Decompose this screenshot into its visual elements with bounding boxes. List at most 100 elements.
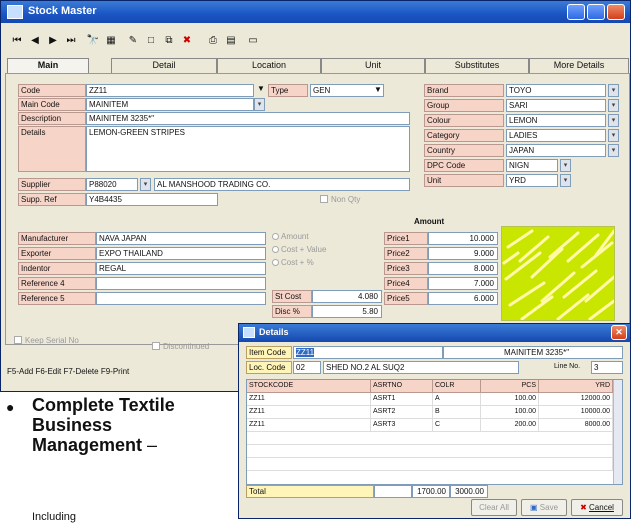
supplier-chevron-icon[interactable]: ▾ bbox=[140, 178, 151, 191]
supp-ref-field[interactable]: Y4B4435 bbox=[86, 193, 218, 206]
type-dropdown-icon[interactable]: ▼ bbox=[257, 84, 265, 93]
colour-select[interactable]: LEMON bbox=[506, 114, 606, 127]
first-record-icon[interactable]: ⏮ bbox=[9, 33, 25, 49]
binoculars-icon[interactable]: 🔭 bbox=[85, 33, 101, 49]
indentor-label: Indentor bbox=[18, 262, 96, 275]
table-row-cell[interactable]: 100.00 bbox=[481, 406, 539, 419]
group-select[interactable]: SARI bbox=[506, 99, 606, 112]
amount-radio[interactable]: Amount bbox=[272, 232, 309, 241]
table-row-cell[interactable]: 100.00 bbox=[481, 393, 539, 406]
prev-record-icon[interactable]: ◀ bbox=[27, 33, 43, 49]
keep-serial-checkbox[interactable]: Keep Serial No bbox=[14, 336, 79, 345]
st-cost-field[interactable]: 4.080 bbox=[312, 290, 382, 303]
description-field[interactable]: MAINITEM 3235*" bbox=[86, 112, 410, 125]
table-row[interactable] bbox=[247, 432, 613, 445]
dpc-chevron-icon[interactable]: ▾ bbox=[560, 159, 571, 172]
reference-5-field[interactable] bbox=[96, 292, 266, 305]
tab-location[interactable]: Location bbox=[217, 58, 321, 73]
type-chevron-icon[interactable]: ▼ bbox=[374, 85, 382, 94]
grid-icon[interactable]: ▤ bbox=[223, 33, 239, 49]
exporter-field[interactable]: EXPO THAILAND bbox=[96, 247, 266, 260]
main-code-chevron-icon[interactable]: ▾ bbox=[254, 98, 265, 111]
supplier-name-field[interactable]: AL MANSHOOD TRADING CO. bbox=[154, 178, 410, 191]
table-row-cell[interactable]: ZZ11 bbox=[247, 393, 371, 406]
last-record-icon[interactable]: ⏭ bbox=[63, 33, 79, 49]
table-row-cell[interactable]: 8000.00 bbox=[539, 419, 613, 432]
price5-field[interactable]: 6.000 bbox=[428, 292, 498, 305]
group-chevron-icon[interactable]: ▾ bbox=[608, 99, 619, 112]
cost-percent-radio[interactable]: Cost + % bbox=[272, 258, 314, 267]
country-select[interactable]: JAPAN bbox=[506, 144, 606, 157]
tab-detail[interactable]: Detail bbox=[111, 58, 217, 73]
dpc-code-select[interactable]: NIGN bbox=[506, 159, 558, 172]
category-select[interactable]: LADIES bbox=[506, 129, 606, 142]
table-row-cell[interactable]: ASRT2 bbox=[371, 406, 433, 419]
manufacturer-field[interactable]: NAVA JAPAN bbox=[96, 232, 266, 245]
unit-select[interactable]: YRD bbox=[506, 174, 558, 187]
col-asrtno[interactable]: ASRTNO bbox=[371, 380, 433, 393]
disc-field[interactable]: 5.80 bbox=[312, 305, 382, 318]
reference-4-field[interactable] bbox=[96, 277, 266, 290]
col-colr[interactable]: COLR bbox=[433, 380, 481, 393]
table-row-cell[interactable]: ASRT3 bbox=[371, 419, 433, 432]
close-button[interactable] bbox=[607, 4, 625, 20]
bullet-suffix: – bbox=[142, 435, 158, 455]
tab-substitutes[interactable]: Substitutes bbox=[425, 58, 529, 73]
print-icon[interactable]: ⎙ bbox=[205, 33, 221, 49]
details-field[interactable]: LEMON-GREEN STRIPES bbox=[86, 126, 410, 172]
table-row[interactable] bbox=[247, 458, 613, 471]
table-row[interactable] bbox=[247, 445, 613, 458]
price1-field[interactable]: 10.000 bbox=[428, 232, 498, 245]
loc-code-field[interactable]: 02 bbox=[293, 361, 321, 374]
category-chevron-icon[interactable]: ▾ bbox=[608, 129, 619, 142]
col-pcs[interactable]: PCS bbox=[481, 380, 539, 393]
line-no-field[interactable]: 3 bbox=[591, 361, 623, 374]
table-row-cell[interactable]: A bbox=[433, 393, 481, 406]
folder-icon[interactable]: ▭ bbox=[245, 33, 261, 49]
country-chevron-icon[interactable]: ▾ bbox=[608, 144, 619, 157]
type-select[interactable]: GEN bbox=[310, 84, 384, 97]
brand-select[interactable]: TOYO bbox=[506, 84, 606, 97]
details-grid[interactable]: STOCKCODE ASRTNO COLR PCS YRD ZZ11 ASRT1… bbox=[246, 379, 623, 485]
table-row-cell[interactable]: ASRT1 bbox=[371, 393, 433, 406]
delete-icon[interactable]: ✖ bbox=[179, 33, 195, 49]
unit-chevron-icon[interactable]: ▾ bbox=[560, 174, 571, 187]
clear-all-button[interactable]: Clear All bbox=[471, 499, 517, 516]
new-icon[interactable]: □ bbox=[143, 33, 159, 49]
table-row-cell[interactable]: 200.00 bbox=[481, 419, 539, 432]
cost-value-radio[interactable]: Cost + Value bbox=[272, 245, 326, 254]
save-button[interactable]: ▣ Save bbox=[521, 499, 567, 516]
tab-main[interactable]: Main bbox=[7, 58, 89, 74]
discontinued-checkbox[interactable]: Discontinued bbox=[152, 342, 209, 351]
table-row-cell[interactable]: B bbox=[433, 406, 481, 419]
cancel-button[interactable]: ✖ Cancel bbox=[571, 499, 623, 516]
colour-chevron-icon[interactable]: ▾ bbox=[608, 114, 619, 127]
supplier-code-field[interactable]: P88020 bbox=[86, 178, 138, 191]
dialog-close-icon[interactable]: ✕ bbox=[611, 325, 627, 340]
table-row-cell[interactable]: 10000.00 bbox=[539, 406, 613, 419]
grid-scrollbar[interactable] bbox=[613, 380, 622, 484]
col-stockcode[interactable]: STOCKCODE bbox=[247, 380, 371, 393]
indentor-field[interactable]: REGAL bbox=[96, 262, 266, 275]
item-code-field[interactable]: ZZ11 bbox=[293, 346, 443, 359]
tab-more-details[interactable]: More Details bbox=[529, 58, 629, 73]
price2-field[interactable]: 9.000 bbox=[428, 247, 498, 260]
price4-field[interactable]: 7.000 bbox=[428, 277, 498, 290]
tab-unit[interactable]: Unit bbox=[321, 58, 425, 73]
next-record-icon[interactable]: ▶ bbox=[45, 33, 61, 49]
brand-chevron-icon[interactable]: ▾ bbox=[608, 84, 619, 97]
maximize-button[interactable] bbox=[587, 4, 605, 20]
calendar-icon[interactable]: ▦ bbox=[103, 33, 119, 49]
edit-icon[interactable]: ✎ bbox=[125, 33, 141, 49]
code-field[interactable]: ZZ11 bbox=[86, 84, 254, 97]
table-row-cell[interactable]: ZZ11 bbox=[247, 406, 371, 419]
table-row-cell[interactable]: ZZ11 bbox=[247, 419, 371, 432]
main-code-field[interactable]: MAINITEM bbox=[86, 98, 254, 111]
price3-field[interactable]: 8.000 bbox=[428, 262, 498, 275]
col-yrd[interactable]: YRD bbox=[539, 380, 613, 393]
table-row-cell[interactable]: C bbox=[433, 419, 481, 432]
copy-icon[interactable]: ⧉ bbox=[161, 33, 177, 49]
table-row-cell[interactable]: 12000.00 bbox=[539, 393, 613, 406]
minimize-button[interactable] bbox=[567, 4, 585, 20]
non-qty-checkbox[interactable]: Non Qty bbox=[320, 195, 360, 204]
